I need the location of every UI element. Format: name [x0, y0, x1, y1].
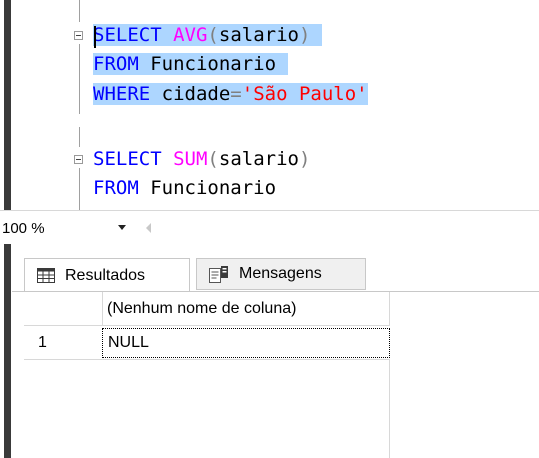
outline-guide [79, 0, 80, 22]
sql-keyword: FROM [93, 53, 139, 75]
sql-paren: ) [298, 24, 311, 46]
tab-messages-label: Mensagens [239, 265, 322, 282]
grid-icon [37, 268, 55, 283]
code-line-6: FROM Funcionario [93, 175, 276, 201]
code-line-2: FROM Funcionario [93, 51, 288, 77]
collapse-toggle-icon[interactable] [74, 31, 83, 40]
messages-icon [209, 265, 228, 283]
collapse-toggle-icon[interactable] [74, 155, 83, 164]
grid-cell[interactable]: NULL [102, 328, 390, 358]
query-editor[interactable]: SELECT AVG(salario) FROM Funcionario WHE… [0, 0, 539, 210]
sql-keyword: SELECT [93, 148, 162, 170]
results-grid: (Nenhum nome de coluna) 1 NULL [12, 291, 539, 458]
zoom-bar: 100 % [0, 210, 539, 244]
text-caret [94, 26, 96, 48]
chevron-down-icon[interactable] [118, 225, 126, 230]
sql-identifier: salario [218, 24, 299, 46]
column-header[interactable]: (Nenhum nome de coluna) [102, 292, 390, 326]
tab-results-label: Resultados [65, 266, 146, 284]
code-line-3: WHERE cidade='São Paulo' [93, 81, 368, 107]
editor-margin-bar [4, 0, 11, 210]
sql-function: SUM [173, 148, 208, 170]
ssms-query-window: SELECT AVG(salario) FROM Funcionario WHE… [0, 0, 539, 458]
tab-results[interactable]: Resultados [24, 258, 190, 292]
sql-identifier: Funcionario [150, 177, 277, 199]
sql-identifier: salario [218, 148, 299, 170]
results-pane: Resultados Mensagens (Nenhum nome de col… [0, 244, 539, 458]
code-line-5: SELECT SUM(salario) [93, 146, 310, 172]
sql-keyword: FROM [93, 177, 139, 199]
grid-header-row: (Nenhum nome de coluna) [24, 292, 390, 326]
tab-messages[interactable]: Mensagens [196, 258, 366, 290]
results-margin-bar [4, 244, 11, 458]
code-line-1: SELECT AVG(salario) [93, 22, 322, 48]
scroll-left-arrow-icon[interactable] [146, 223, 151, 233]
sql-identifier: cidade [161, 83, 231, 105]
sql-paren: ( [207, 148, 219, 170]
grid-empty-area [24, 360, 390, 458]
sql-paren: ( [207, 24, 219, 46]
sql-function: AVG [173, 24, 208, 46]
sql-string: 'São Paulo' [241, 83, 368, 105]
sql-operator: = [230, 83, 242, 105]
sql-keyword: SELECT [93, 24, 162, 46]
outline-guide [79, 168, 80, 210]
sql-identifier: Funcionario [150, 53, 277, 75]
table-row[interactable]: 1 NULL [24, 326, 390, 360]
outline-guide [79, 44, 80, 114]
zoom-level[interactable]: 100 % [2, 220, 45, 237]
sql-keyword: WHERE [93, 83, 151, 105]
row-number[interactable]: 1 [38, 326, 47, 360]
sql-paren: ) [298, 148, 311, 170]
outline-guide [79, 127, 80, 147]
